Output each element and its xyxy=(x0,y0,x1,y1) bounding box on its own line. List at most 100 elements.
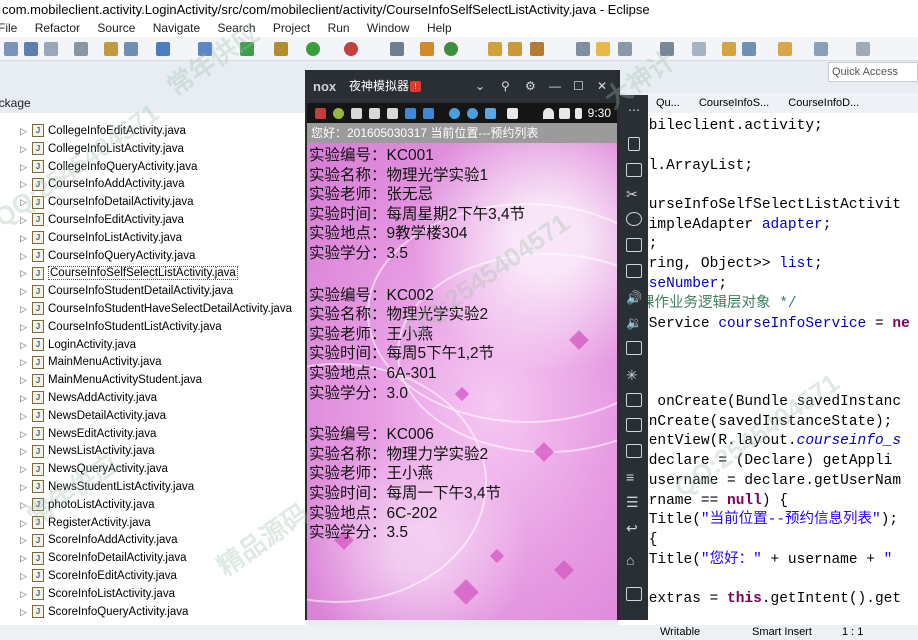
menu-search[interactable]: Search xyxy=(217,21,255,35)
new-class-icon[interactable] xyxy=(420,42,434,56)
menu-file[interactable]: File xyxy=(0,21,17,35)
menu-window[interactable]: Window xyxy=(367,21,410,35)
shake-icon[interactable] xyxy=(626,393,642,407)
notification-badge[interactable]: ! xyxy=(410,81,421,92)
annotation-icon[interactable] xyxy=(576,42,590,56)
save-all-icon[interactable] xyxy=(44,42,58,56)
expand-arrow-icon[interactable]: ▷ xyxy=(20,122,30,140)
tree-item[interactable]: ▷ J NewsEditActivity.java xyxy=(20,425,156,443)
print-icon[interactable] xyxy=(74,42,88,56)
tree-item[interactable]: ▷ J CollegeInfoEditActivity.java xyxy=(20,122,186,140)
location-icon[interactable] xyxy=(626,212,642,226)
tree-item[interactable]: ▷ JphotoListActivity.java xyxy=(20,496,155,514)
expand-arrow-icon[interactable]: ▷ xyxy=(20,158,30,176)
expand-arrow-icon[interactable]: ▷ xyxy=(20,389,30,407)
tree-item[interactable]: ▷ J NewsListActivity.java xyxy=(20,442,155,460)
record-icon[interactable] xyxy=(626,418,642,432)
debug-settings-icon[interactable] xyxy=(274,42,288,56)
expand-arrow-icon[interactable]: ▷ xyxy=(20,264,30,282)
tree-item[interactable]: ▷ J CourseInfoQueryActivity.java xyxy=(20,247,195,265)
new-package-icon[interactable] xyxy=(444,42,458,56)
menu-source[interactable]: Source xyxy=(97,21,135,35)
tree-item[interactable]: ▷ J CourseInfoStudentListActivity.java xyxy=(20,318,222,336)
expand-arrow-icon[interactable]: ▷ xyxy=(20,140,30,158)
expand-arrow-icon[interactable]: ▷ xyxy=(20,442,30,460)
reservation-list[interactable]: 实验编号：KC001 实验名称：物理光学实验1 实验老师：张无忌 实验时间：每周星期2… xyxy=(307,143,617,620)
chevron-down-icon[interactable]: ⌄ xyxy=(475,70,485,103)
tree-item[interactable]: ▷ J ScoreInfoListActivity.java xyxy=(20,585,175,603)
tree-item[interactable]: ▷ J NewsDetailActivity.java xyxy=(20,407,166,425)
build-icon[interactable] xyxy=(240,42,254,56)
back-icon[interactable]: ↩ xyxy=(626,521,642,535)
close-icon[interactable]: ✕ xyxy=(597,70,607,103)
pin-icon[interactable]: ⚲ xyxy=(501,70,510,103)
format-icon[interactable] xyxy=(692,42,706,56)
fullscreen-icon[interactable] xyxy=(626,264,642,278)
expand-arrow-icon[interactable]: ▷ xyxy=(20,371,30,389)
expand-arrow-icon[interactable]: ▷ xyxy=(20,425,30,443)
expand-arrow-icon[interactable]: ▷ xyxy=(20,282,30,300)
tree-item[interactable]: ▷ J NewsAddActivity.java xyxy=(20,389,157,407)
outline-icon[interactable] xyxy=(618,42,632,56)
debug-icon[interactable] xyxy=(344,42,358,56)
package-explorer-tab[interactable]: Package Explorer✕ xyxy=(0,93,80,130)
expand-arrow-icon[interactable]: ▷ xyxy=(20,585,30,603)
expand-arrow-icon[interactable]: ▷ xyxy=(20,603,30,621)
forward-arrow-icon[interactable] xyxy=(814,42,828,56)
expand-arrow-icon[interactable]: ▷ xyxy=(20,567,30,585)
expand-arrow-icon[interactable]: ▷ xyxy=(20,318,30,336)
mark-icon[interactable] xyxy=(596,42,610,56)
tree-item[interactable]: ▷ J CourseInfoListActivity.java xyxy=(20,229,182,247)
tree-item[interactable]: ▷ J CourseInfoSelfSelectListActivity.java xyxy=(20,264,238,282)
search-tool-icon[interactable] xyxy=(530,42,544,56)
tree-item[interactable]: ▷ J ScoreInfoAddActivity.java xyxy=(20,531,178,549)
menu-lines-icon[interactable]: ≡ xyxy=(626,470,642,484)
more-icon[interactable]: ⋯ xyxy=(626,103,642,117)
expand-arrow-icon[interactable]: ▷ xyxy=(20,531,30,549)
back-arrow-icon[interactable] xyxy=(778,42,792,56)
menu-run[interactable]: Run xyxy=(328,21,350,35)
tree-item[interactable]: ▷ J NewsQueryActivity.java xyxy=(20,460,168,478)
editor-tab-qu[interactable]: Qu... xyxy=(656,97,680,109)
expand-arrow-icon[interactable]: ▷ xyxy=(20,175,30,193)
tree-item[interactable]: ▷ J CollegeInfoListActivity.java xyxy=(20,140,184,158)
tree-item[interactable]: ▷ J ScoreInfoQueryActivity.java xyxy=(20,603,188,621)
prev-annotation-icon[interactable] xyxy=(742,42,756,56)
expand-arrow-icon[interactable]: ▷ xyxy=(20,336,30,354)
tree-item[interactable]: ▷ J NewsStudentListActivity.java xyxy=(20,478,194,496)
expand-arrow-icon[interactable]: ▷ xyxy=(20,478,30,496)
expand-arrow-icon[interactable]: ▷ xyxy=(20,496,30,514)
volume-up-icon[interactable]: 🔊 xyxy=(626,290,642,305)
volume-down-icon[interactable]: 🔉 xyxy=(626,315,642,330)
expand-arrow-icon[interactable]: ▷ xyxy=(20,193,30,211)
menu-navigate[interactable]: Navigate xyxy=(153,21,200,35)
expand-arrow-icon[interactable]: ▷ xyxy=(20,300,30,318)
list-icon[interactable]: ☰ xyxy=(626,495,642,509)
keyboard-icon[interactable] xyxy=(626,163,642,177)
tree-item[interactable]: ▷ J CourseInfoAddActivity.java xyxy=(20,175,185,193)
tree-item[interactable]: ▷ J ScoreInfoDetailActivity.java xyxy=(20,549,186,567)
save-icon[interactable] xyxy=(24,42,38,56)
export-icon[interactable] xyxy=(124,42,138,56)
expand-arrow-icon[interactable]: ▷ xyxy=(20,353,30,371)
recent-apps-icon[interactable] xyxy=(626,587,642,601)
maximize-icon[interactable]: ☐ xyxy=(573,70,584,103)
tree-item[interactable]: ▷ J ScoreInfoEditActivity.java xyxy=(20,567,177,585)
run-icon[interactable] xyxy=(306,42,320,56)
open-type-icon[interactable] xyxy=(508,42,522,56)
gear-icon[interactable]: ⚙ xyxy=(525,70,536,103)
editor-tab-courseinfo-d[interactable]: CourseInfoD... xyxy=(788,97,859,109)
tree-item[interactable]: ▷ J CourseInfoEditActivity.java xyxy=(20,211,184,229)
tree-item[interactable]: ▷ J CourseInfoDetailActivity.java xyxy=(20,193,194,211)
apk-icon[interactable] xyxy=(626,341,642,355)
tree-item[interactable]: ▷ J RegisterActivity.java xyxy=(20,514,151,532)
tree-item[interactable]: ▷ J MainMenuActivity.java xyxy=(20,353,162,371)
loading-icon[interactable]: ✳ xyxy=(626,367,642,383)
pin-icon[interactable] xyxy=(856,42,870,56)
menu-help[interactable]: Help xyxy=(427,21,452,35)
new-icon[interactable] xyxy=(4,42,18,56)
tree-item[interactable]: ▷ J LoginActivity.java xyxy=(20,336,136,354)
import-icon[interactable] xyxy=(104,42,118,56)
tree-item[interactable]: ▷ J CourseInfoStudentHaveSelectDetailActiv… xyxy=(20,300,292,318)
expand-arrow-icon[interactable]: ▷ xyxy=(20,229,30,247)
